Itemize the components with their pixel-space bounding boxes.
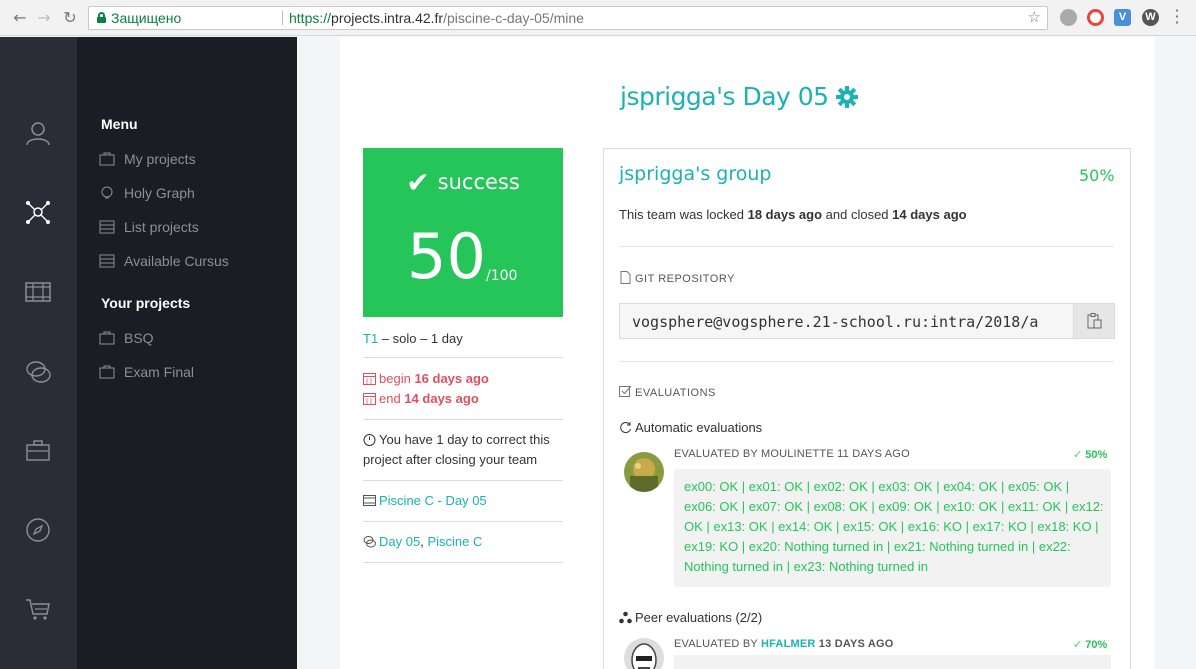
- lock-icon: [97, 12, 106, 23]
- begin-date: begin 16 days ago: [363, 369, 563, 389]
- peer-evaluations-heading: Peer evaluations (2/2): [619, 610, 762, 625]
- reload-icon[interactable]: ↻: [60, 8, 80, 28]
- automatic-evaluations-heading: Automatic evaluations: [619, 420, 762, 435]
- gear-icon[interactable]: [836, 86, 858, 108]
- elearning-icon[interactable]: [24, 278, 52, 306]
- calendar-icon: [363, 393, 376, 405]
- project-meta-text: – solo – 1 day: [378, 331, 463, 346]
- back-icon[interactable]: ←: [10, 8, 30, 28]
- briefcase-icon: [99, 331, 115, 345]
- repo-url-field[interactable]: vogsphere@vogsphere.21-school.ru:intra/2…: [619, 303, 1115, 339]
- final-mark: 50: [407, 220, 486, 293]
- forum-link-day05[interactable]: Day 05: [379, 534, 420, 549]
- sidebar-item-bsq[interactable]: BSQ: [99, 330, 154, 346]
- sidebar-item-available-cursus[interactable]: Available Cursus: [99, 253, 229, 269]
- compass-icon[interactable]: [24, 516, 52, 544]
- project-meta: T1 – solo – 1 day: [363, 329, 563, 349]
- sidebar-item-label: List projects: [124, 219, 199, 235]
- repo-url-text[interactable]: vogsphere@vogsphere.21-school.ru:intra/2…: [632, 313, 1072, 331]
- holy-graph-icon[interactable]: [24, 198, 52, 226]
- sidebar-item-label: My projects: [124, 151, 196, 167]
- sidebar-item-list-projects[interactable]: List projects: [99, 219, 199, 235]
- forward-icon[interactable]: →: [34, 8, 54, 28]
- calendar-icon: [363, 373, 376, 385]
- group-panel: [603, 148, 1131, 669]
- menu-heading: Menu: [101, 116, 138, 132]
- companies-icon[interactable]: [24, 437, 52, 465]
- chrome-extension-icon[interactable]: [1087, 9, 1104, 26]
- profile-icon[interactable]: [24, 119, 52, 147]
- end-date: end 14 days ago: [363, 389, 563, 409]
- briefcase-icon: [99, 152, 115, 166]
- peer-eval-header: EVALUATED BY HFALMER 13 DAYS AGO: [674, 638, 894, 650]
- sidebar-item-label: Available Cursus: [124, 253, 229, 269]
- score-box: ✔ success 50 /100: [363, 148, 563, 317]
- forum-link-piscine[interactable]: Piscine C: [427, 534, 482, 549]
- status-label: success: [437, 170, 520, 194]
- briefcase-icon: [99, 365, 115, 379]
- team-status-line: This team was locked 18 days ago and clo…: [619, 207, 967, 222]
- checkbox-icon: [619, 385, 632, 397]
- your-projects-heading: Your projects: [101, 295, 191, 311]
- moulinette-avatar: [624, 452, 664, 492]
- sidebar-item-my-projects[interactable]: My projects: [99, 151, 196, 167]
- sidebar-menu: Menu My projects Holy Graph List project…: [77, 37, 297, 669]
- browser-menu-icon[interactable]: · · ·: [1172, 3, 1182, 31]
- list-icon: [99, 220, 115, 234]
- page-title: jsprigga's Day 05: [620, 82, 829, 111]
- sidebar-item-label: Holy Graph: [124, 185, 195, 201]
- final-mark-max: /100: [486, 268, 518, 284]
- peer-eval-result: [674, 655, 1111, 669]
- w-extension-icon[interactable]: W: [1142, 9, 1159, 26]
- project-link[interactable]: Piscine C - Day 05: [379, 493, 487, 508]
- list-icon: [99, 254, 115, 268]
- film-icon: [363, 495, 376, 506]
- url-text[interactable]: https://projects.intra.42.fr/piscine-c-d…: [289, 7, 584, 29]
- evaluator-login-link[interactable]: HFALMER: [761, 638, 816, 650]
- git-repository-label: GIT REPOSITORY: [619, 271, 735, 285]
- forum-icon[interactable]: [24, 358, 52, 386]
- cloud-extension-icon[interactable]: [1060, 9, 1077, 26]
- auto-eval-percent: ✓ 50%: [1073, 449, 1108, 461]
- shop-cart-icon[interactable]: [24, 595, 52, 623]
- check-icon: ✓: [1073, 639, 1083, 651]
- check-icon: ✓: [1073, 449, 1083, 461]
- group-title[interactable]: jsprigga's group: [619, 163, 771, 185]
- auto-eval-result-text: ex00: OK | ex01: OK | ex02: OK | ex03: O…: [684, 479, 1104, 574]
- group-percent: 50%: [1079, 166, 1115, 185]
- browser-toolbar: ← → ↻ Защищено https://projects.intra.42…: [0, 0, 1196, 36]
- refresh-icon: [620, 422, 631, 433]
- auto-eval-header: EVALUATED BY MOULINETTE 11 DAYS AGO: [674, 448, 910, 460]
- icon-rail: [0, 37, 77, 669]
- project-link-row: Piscine C - Day 05: [363, 491, 563, 511]
- sidebar-item-holy-graph[interactable]: Holy Graph: [99, 185, 195, 201]
- forum-icon: [363, 536, 376, 548]
- auto-eval-result: ex00: OK | ex01: OK | ex02: OK | ex03: O…: [674, 469, 1111, 587]
- sidebar-item-exam-final[interactable]: Exam Final: [99, 364, 194, 380]
- address-bar[interactable]: Защищено https://projects.intra.42.fr/pi…: [88, 6, 1048, 30]
- evaluations-label: EVALUATIONS: [619, 385, 716, 399]
- bookmark-star-icon[interactable]: ☆: [1028, 7, 1041, 29]
- peers-icon: [619, 611, 632, 624]
- peer-eval-percent: ✓ 70%: [1073, 639, 1108, 651]
- sidebar-item-label: Exam Final: [124, 364, 195, 380]
- correction-note: You have 1 day to correct this project a…: [363, 432, 550, 467]
- v-extension-icon[interactable]: V: [1114, 9, 1131, 26]
- copy-button[interactable]: [1073, 304, 1114, 338]
- sidebar-item-label: BSQ: [124, 330, 154, 346]
- bulb-icon: [101, 186, 113, 199]
- forum-links-row: Day 05, Piscine C: [363, 532, 563, 552]
- clipboard-icon: [1087, 313, 1102, 329]
- tier-badge: T1: [363, 331, 379, 346]
- file-icon: [620, 271, 631, 284]
- status-line: ✔ success: [363, 166, 563, 199]
- check-icon: ✔: [406, 166, 430, 199]
- timer-icon: [363, 434, 376, 446]
- secure-label: Защищено: [111, 10, 182, 26]
